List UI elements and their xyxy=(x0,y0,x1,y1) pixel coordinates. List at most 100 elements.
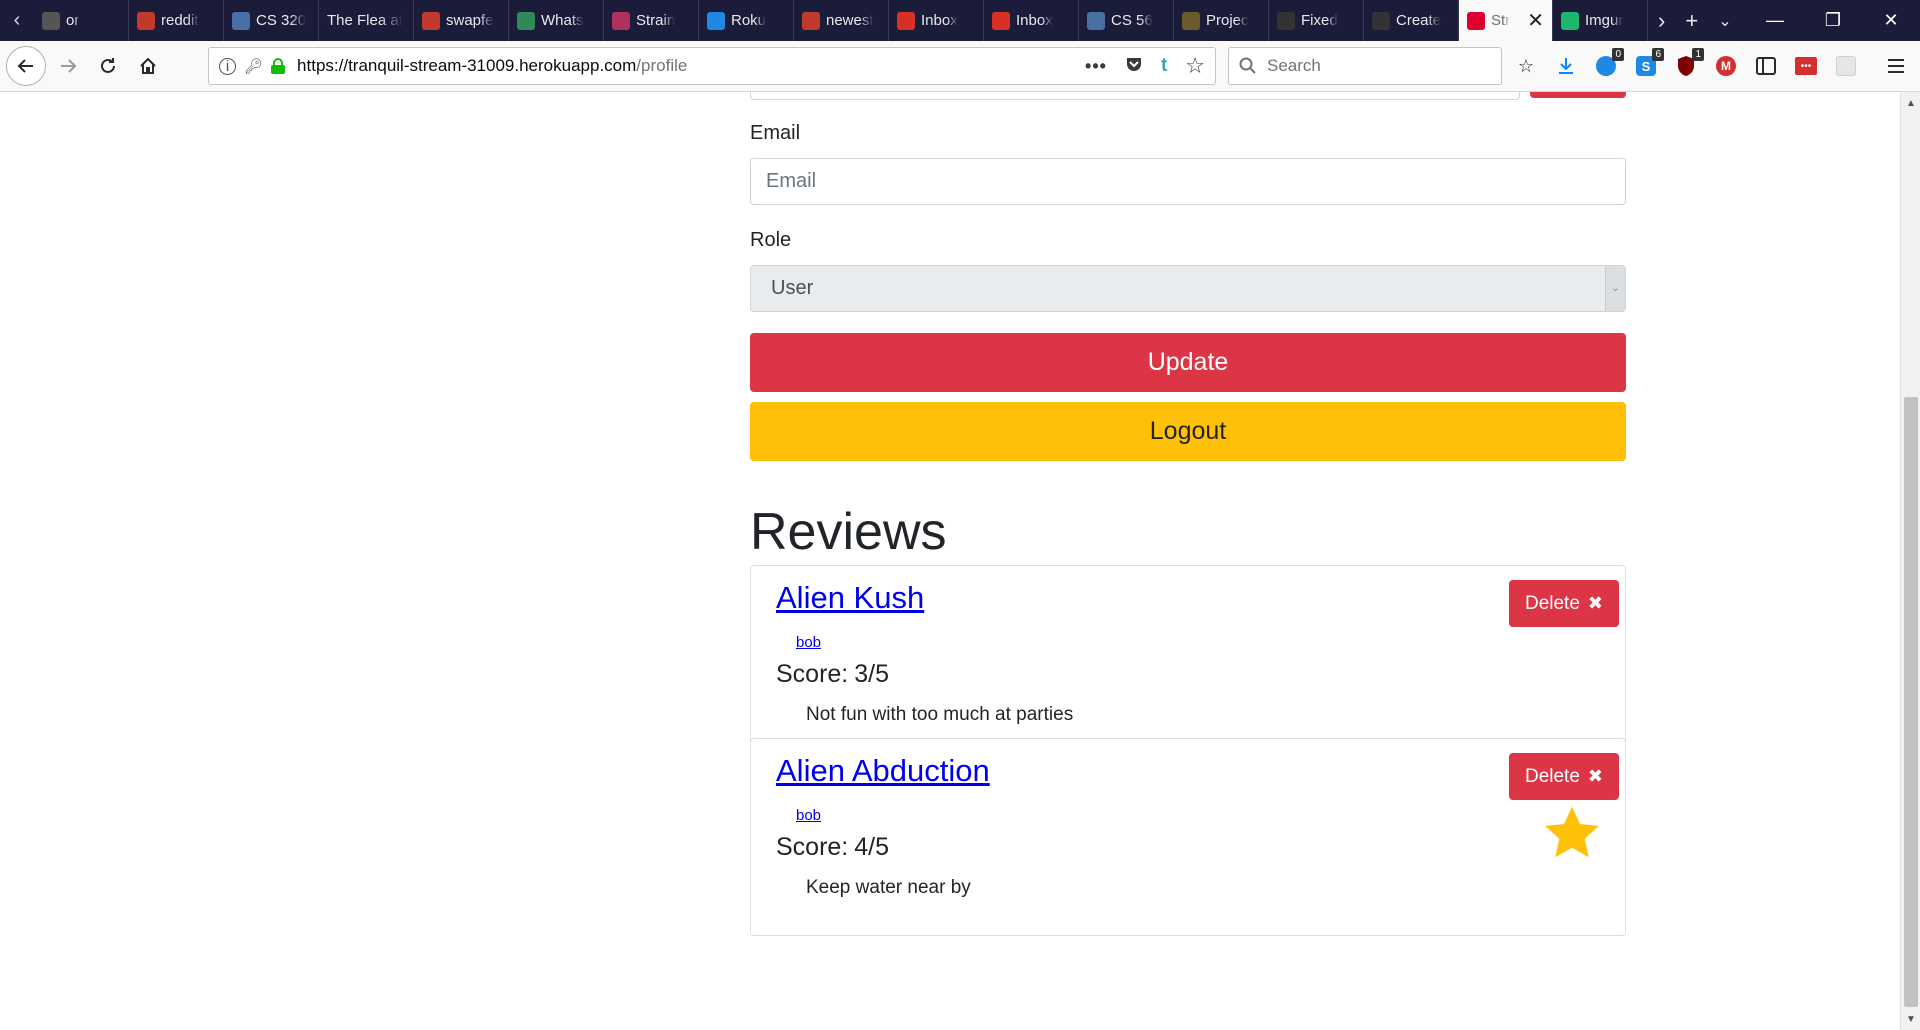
tab-close-icon[interactable]: ✕ xyxy=(1527,8,1544,33)
tab-label: CS 320 xyxy=(256,12,307,29)
search-bar[interactable]: Search xyxy=(1228,47,1502,85)
tab[interactable]: Create xyxy=(1364,0,1459,41)
strain-link[interactable]: Alien Kush xyxy=(776,580,924,616)
tab-label: newest xyxy=(826,12,874,29)
restore-icon[interactable]: ❐ xyxy=(1804,0,1862,41)
previous-input-partial[interactable] xyxy=(750,92,1520,100)
scroll-down-icon[interactable]: ▼ xyxy=(1901,1010,1920,1028)
home-button[interactable] xyxy=(130,48,166,84)
scroll-up-icon[interactable]: ▲ xyxy=(1901,94,1920,112)
tab[interactable]: reddit xyxy=(129,0,224,41)
tab-label: Inbox xyxy=(1016,12,1053,29)
tab[interactable]: swapfe xyxy=(414,0,509,41)
tab-list-chevron-down-icon[interactable]: ⌄ xyxy=(1718,11,1731,31)
window-controls: — ❐ ✕ xyxy=(1746,0,1920,41)
tab[interactable]: Roku xyxy=(699,0,794,41)
tumblr-icon[interactable]: t xyxy=(1161,55,1167,77)
info-icon[interactable]: i xyxy=(219,57,236,75)
strain-link[interactable]: Alien Abduction xyxy=(776,753,990,789)
tab[interactable]: Projec xyxy=(1174,0,1269,41)
role-value: User xyxy=(771,277,814,299)
delete-review-button[interactable]: Delete ✖ xyxy=(1509,580,1619,627)
extension-lastpass-icon[interactable]: ••• xyxy=(1792,52,1820,80)
reload-button[interactable] xyxy=(90,48,126,84)
angular-favicon-icon xyxy=(1467,11,1485,30)
select-chevron-down-icon: ⌄ xyxy=(1605,266,1625,311)
url-path: /profile xyxy=(636,56,688,75)
scrollbar-thumb[interactable] xyxy=(1904,397,1918,1007)
role-label: Role xyxy=(750,229,792,251)
logout-button[interactable]: Logout xyxy=(750,402,1626,461)
p-favicon-icon xyxy=(1087,11,1105,30)
review-user-link[interactable]: bob xyxy=(796,807,821,824)
gmail-favicon-icon xyxy=(992,11,1010,30)
back-button[interactable] xyxy=(6,46,46,86)
tab[interactable]: Inbox xyxy=(984,0,1079,41)
back-arrow-icon xyxy=(17,59,33,73)
tab[interactable]: CS 56 xyxy=(1079,0,1174,41)
search-placeholder: Search xyxy=(1267,56,1321,75)
delete-review-button[interactable]: Delete ✖ xyxy=(1509,753,1619,800)
download-icon[interactable] xyxy=(1552,52,1580,80)
delete-label: Delete xyxy=(1524,765,1580,787)
extension-blank-icon[interactable] xyxy=(1832,52,1860,80)
tab-label: Str xyxy=(1491,12,1511,29)
ublock-icon[interactable]: 1 xyxy=(1672,48,1704,80)
whats-favicon-icon xyxy=(517,11,535,30)
url-security-icons: i 🔑︎ xyxy=(219,57,286,75)
tab-label: Imgur xyxy=(1585,12,1624,29)
new-tab-icon[interactable]: + xyxy=(1685,8,1698,34)
hamburger-menu-icon[interactable] xyxy=(1882,52,1910,80)
role-select[interactable]: User ⌄ xyxy=(750,265,1626,312)
pocket-icon[interactable] xyxy=(1125,55,1143,78)
tabs-scroll-right-icon[interactable]: › xyxy=(1658,8,1665,34)
gmail-favicon-icon xyxy=(897,11,915,30)
forward-button[interactable] xyxy=(50,48,86,84)
tab-label: CS 56 xyxy=(1111,12,1153,29)
lock-icon[interactable] xyxy=(271,58,286,74)
tab-label: Projec xyxy=(1206,12,1249,29)
previous-button-partial[interactable] xyxy=(1530,92,1626,98)
imgur-favicon-icon xyxy=(1561,11,1579,30)
forward-arrow-icon xyxy=(61,59,77,73)
window-close-icon[interactable]: ✕ xyxy=(1862,0,1920,41)
key-icon[interactable]: 🔑︎ xyxy=(244,57,263,75)
cs-favicon-icon xyxy=(232,11,250,30)
tab[interactable]: Strain xyxy=(604,0,699,41)
minimize-icon[interactable]: — xyxy=(1746,0,1804,41)
review-score: Score: 3/5 xyxy=(776,660,889,689)
extension-skype-icon[interactable]: S 6 xyxy=(1632,48,1664,80)
search-icon xyxy=(1239,57,1256,74)
tab[interactable]: newest xyxy=(794,0,889,41)
tab-active[interactable]: Str ✕ xyxy=(1459,0,1553,41)
extension-badge: 0 xyxy=(1612,48,1624,61)
tab[interactable]: Inbox xyxy=(889,0,984,41)
bookmark-star-icon[interactable]: ☆ xyxy=(1185,53,1205,79)
tab[interactable]: Whats xyxy=(509,0,604,41)
email-field[interactable]: Email xyxy=(750,158,1626,205)
page-actions-ellipsis-icon[interactable]: ••• xyxy=(1085,56,1107,77)
page-viewport: Email Email Role User ⌄ Update Logout Re… xyxy=(0,92,1900,1030)
extension-m-icon[interactable]: M xyxy=(1712,52,1740,80)
page-scrollbar[interactable]: ▲ ▼ xyxy=(1900,92,1920,1030)
bookmarks-icon[interactable]: ☆ xyxy=(1512,52,1540,80)
tab-label: Roku xyxy=(731,12,767,29)
email-label: Email xyxy=(750,122,801,144)
reddit-favicon-icon xyxy=(137,11,155,30)
tab[interactable]: CS 320 xyxy=(224,0,319,41)
favorite-star-icon[interactable] xyxy=(1541,803,1603,863)
tab[interactable]: or xyxy=(34,0,129,41)
reviews-heading: Reviews xyxy=(750,503,947,561)
tab[interactable]: Imgur xyxy=(1553,0,1648,41)
tab[interactable]: Fixed xyxy=(1269,0,1364,41)
reload-icon xyxy=(101,58,115,73)
tab[interactable]: The Flea at xyxy=(319,0,414,41)
home-icon xyxy=(140,57,156,74)
url-bar[interactable]: i 🔑︎ https://tranquil-stream-31009.herok… xyxy=(208,47,1216,85)
tabs-scroll-left-icon[interactable]: ‹ xyxy=(0,0,34,41)
review-user-link[interactable]: bob xyxy=(796,634,821,651)
sidebar-icon[interactable] xyxy=(1752,52,1780,80)
extension-messenger-icon[interactable]: 0 xyxy=(1592,48,1624,80)
update-button[interactable]: Update xyxy=(750,333,1626,392)
swap-favicon-icon xyxy=(422,11,440,30)
